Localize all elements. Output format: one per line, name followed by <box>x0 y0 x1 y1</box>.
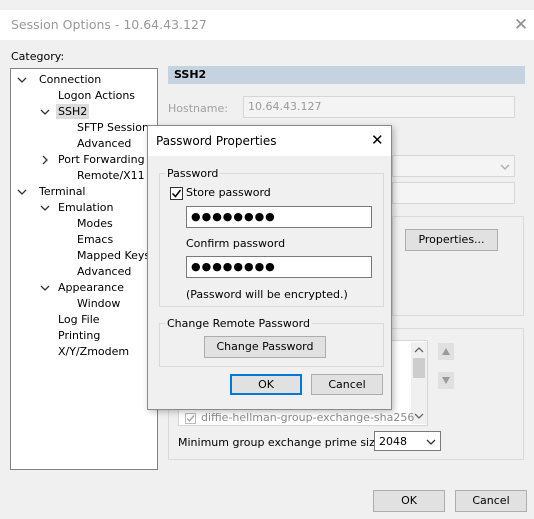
hostname-field[interactable]: 10.64.43.127 <box>243 96 515 118</box>
tree-item-sftp-session[interactable]: SFTP Session <box>77 120 149 135</box>
chevron-down-icon[interactable] <box>40 203 50 213</box>
tree-item-xyzmodem[interactable]: X/Y/Zmodem <box>58 344 129 359</box>
password-properties-dialog: Password Properties ✕ Password Store pas… <box>147 125 392 410</box>
tree-item-emacs[interactable]: Emacs <box>77 232 113 247</box>
encrypted-note: (Password will be encrypted.) <box>186 288 348 301</box>
background-dropdown[interactable] <box>392 155 515 177</box>
section-header: SSH2 <box>168 66 525 84</box>
chevron-down-icon[interactable] <box>40 107 50 117</box>
dialog-titlebar: Password Properties ✕ <box>148 126 391 156</box>
change-password-button[interactable]: Change Password <box>204 336 326 358</box>
tree-item-modes[interactable]: Modes <box>77 216 113 231</box>
tree-item-port-forwarding[interactable]: Port Forwarding <box>58 152 145 167</box>
min-group-select[interactable]: 2048 <box>374 431 441 451</box>
confirm-password-label: Confirm password <box>186 237 286 250</box>
tree-item-log-file[interactable]: Log File <box>58 312 100 327</box>
store-password-checkbox[interactable] <box>170 187 183 200</box>
tree-item-emulation[interactable]: Emulation <box>58 200 114 215</box>
tree-item-advanced[interactable]: Advanced <box>77 136 131 151</box>
change-password-group-label: Change Remote Password <box>165 317 312 330</box>
kex-checkbox[interactable] <box>185 413 196 424</box>
chevron-down-icon[interactable] <box>17 75 27 85</box>
move-up-button[interactable] <box>438 343 454 360</box>
dialog-title: Password Properties <box>156 134 277 148</box>
properties-button[interactable]: Properties... <box>405 229 498 251</box>
min-group-label: Minimum group exchange prime size: <box>178 436 386 449</box>
dialog-close-icon[interactable]: ✕ <box>371 131 384 149</box>
section-title: SSH2 <box>174 68 207 81</box>
category-tree[interactable]: Connection Logon Actions SSH2 SFTP Sessi… <box>10 68 158 470</box>
tree-item-mapped-keys[interactable]: Mapped Keys <box>77 248 150 263</box>
category-label: Category: <box>11 50 65 63</box>
scroll-up-icon[interactable] <box>414 346 424 354</box>
tree-item-ssh2[interactable]: SSH2 <box>56 104 90 119</box>
dialog-cancel-button[interactable]: Cancel <box>311 374 383 395</box>
move-down-button[interactable] <box>438 372 454 389</box>
hostname-value: 10.64.43.127 <box>248 100 322 113</box>
ok-button[interactable]: OK <box>373 490 445 512</box>
tree-item-window[interactable]: Window <box>77 296 120 311</box>
scroll-down-icon[interactable] <box>414 412 424 420</box>
triangle-down-icon <box>442 377 450 384</box>
window-close-icon[interactable]: ✕ <box>511 14 531 36</box>
chevron-down-icon[interactable] <box>17 187 27 197</box>
min-group-value: 2048 <box>379 435 407 448</box>
tree-item-printing[interactable]: Printing <box>58 328 100 343</box>
tree-item-connection[interactable]: Connection <box>39 72 101 87</box>
chevron-right-icon[interactable] <box>40 155 50 165</box>
chevron-down-icon <box>426 439 436 445</box>
hostname-label: Hostname: <box>168 102 228 115</box>
password-input[interactable]: ●●●●●●●● <box>186 206 372 228</box>
kex-item-label: diffie-hellman-group-exchange-sha256 <box>201 411 415 424</box>
tree-item-logon-actions[interactable]: Logon Actions <box>58 88 135 103</box>
cancel-button[interactable]: Cancel <box>455 490 527 512</box>
window-titlebar: Session Options - 10.64.43.127 ✕ <box>0 10 534 40</box>
chevron-down-icon <box>500 164 510 170</box>
password-group-label: Password <box>165 167 221 180</box>
session-options-window: Session Options - 10.64.43.127 ✕ Categor… <box>0 0 534 519</box>
tree-item-advanced[interactable]: Advanced <box>77 264 131 279</box>
tree-item-appearance[interactable]: Appearance <box>58 280 124 295</box>
confirm-password-input[interactable]: ●●●●●●●● <box>186 256 372 278</box>
background-field[interactable] <box>392 182 515 204</box>
tree-item-terminal[interactable]: Terminal <box>39 184 86 199</box>
chevron-down-icon[interactable] <box>40 283 50 293</box>
dialog-ok-button[interactable]: OK <box>230 374 302 395</box>
store-password-label: Store password <box>186 186 271 199</box>
tree-item-remote-x11[interactable]: Remote/X11 <box>77 168 145 183</box>
checkmark-icon <box>186 415 195 423</box>
window-title: Session Options - 10.64.43.127 <box>11 17 207 32</box>
triangle-up-icon <box>442 348 450 355</box>
scrollbar-thumb[interactable] <box>413 358 425 378</box>
checkmark-icon <box>171 189 182 198</box>
